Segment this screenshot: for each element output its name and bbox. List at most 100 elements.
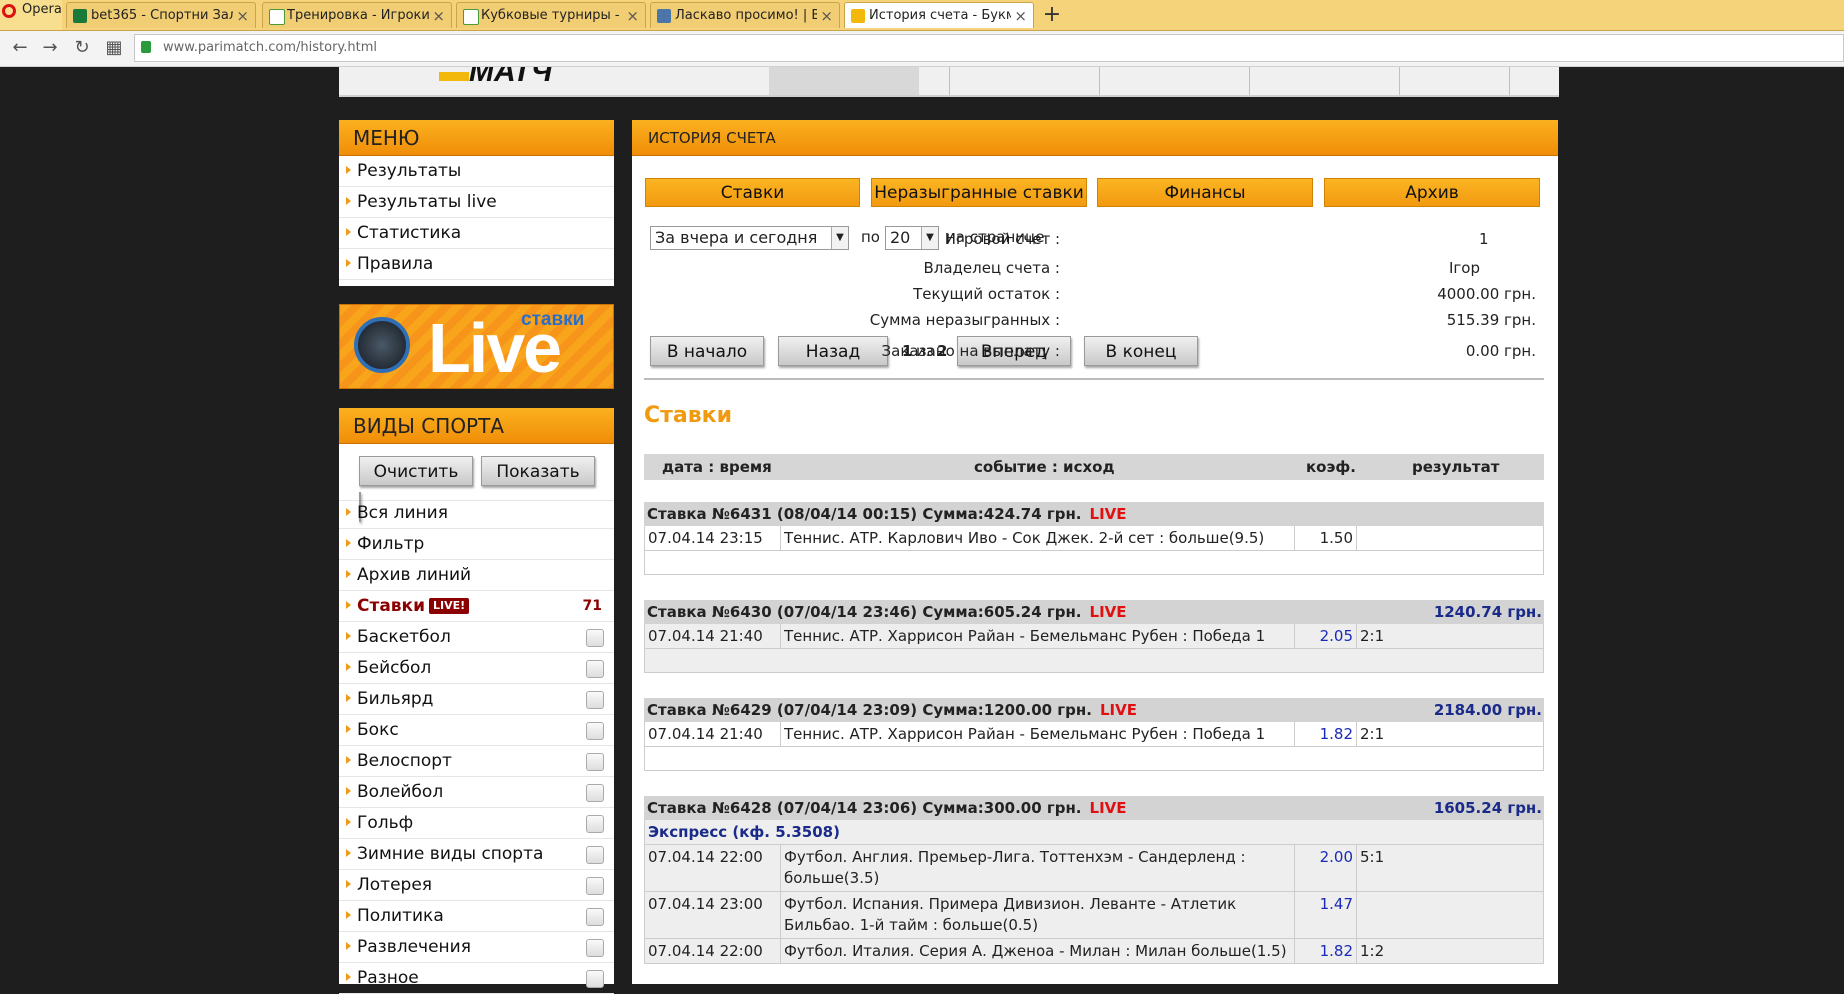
tab-close-icon[interactable]: × bbox=[236, 3, 249, 28]
sport-item[interactable]: Баскетбол bbox=[339, 622, 614, 653]
bets-count: 71 bbox=[582, 598, 602, 614]
sport-item[interactable]: Велоспорт bbox=[339, 746, 614, 777]
live-badge: LIVE! bbox=[429, 598, 470, 614]
tab-finances[interactable]: Финансы bbox=[1097, 178, 1313, 207]
header-divider bbox=[1399, 67, 1400, 96]
browser-tab-active[interactable]: История счета - Букмекерская × bbox=[844, 2, 1034, 28]
sport-checkbox[interactable] bbox=[586, 846, 604, 864]
sports-link-archive[interactable]: Архив линий bbox=[339, 560, 614, 591]
clear-button[interactable]: Очистить bbox=[359, 456, 473, 486]
new-tab-button[interactable]: + bbox=[1039, 2, 1065, 28]
per-page-select[interactable]: 20 ▼ bbox=[885, 226, 939, 250]
browser-brand: Opera bbox=[22, 2, 62, 17]
sport-item[interactable]: Разное bbox=[339, 963, 614, 994]
site-logo-text: МАТЧ bbox=[469, 67, 553, 88]
header-nav-tab[interactable] bbox=[769, 67, 919, 96]
bet-row: 07.04.14 22:00 Футбол. Италия. Серия А. … bbox=[644, 939, 1544, 964]
browser-tab[interactable]: Кубковые турниры - Матчи × bbox=[456, 2, 646, 28]
tab-title: Тренировка - Игроки - Онлайн bbox=[287, 8, 429, 23]
bet-odds: 1.50 bbox=[1295, 526, 1357, 550]
menu-item-rules[interactable]: Правила bbox=[339, 249, 614, 280]
sport-checkbox[interactable] bbox=[586, 722, 604, 740]
sport-item-label: Баскетбол bbox=[357, 627, 451, 647]
tab-close-icon[interactable]: × bbox=[820, 3, 833, 28]
header-divider bbox=[1509, 67, 1510, 96]
menu-item-results-live[interactable]: Результаты live bbox=[339, 187, 614, 218]
sport-checkbox[interactable] bbox=[586, 753, 604, 771]
bet-odds: 1.47 bbox=[1295, 892, 1357, 938]
last-page-button[interactable]: В конец bbox=[1084, 336, 1198, 366]
sport-item[interactable]: Волейбол bbox=[339, 777, 614, 808]
bet-event: Футбол. Англия. Премьер-Лига. Тоттенхэм … bbox=[781, 845, 1295, 891]
bet-event: Теннис. АТР. Карлович Иво - Сок Джек. 2-… bbox=[781, 526, 1295, 550]
tab-close-icon[interactable]: × bbox=[432, 3, 445, 28]
bet-datetime: 07.04.14 23:15 bbox=[645, 526, 781, 550]
header-divider bbox=[1249, 67, 1250, 96]
reload-icon[interactable]: ↻ bbox=[70, 36, 94, 60]
sports-link-filter[interactable]: Фильтр bbox=[339, 529, 614, 560]
browser-tab[interactable]: bet365 - Спортни Залози × bbox=[66, 2, 256, 28]
tab-archive[interactable]: Архив bbox=[1324, 178, 1540, 207]
tab-favicon-icon bbox=[463, 9, 479, 25]
sport-item[interactable]: Развлечения bbox=[339, 932, 614, 963]
opera-menu-button[interactable]: Opera bbox=[0, 0, 62, 30]
sport-checkbox[interactable] bbox=[586, 660, 604, 678]
live-marker: LIVE bbox=[1099, 701, 1137, 719]
account-number-label: Игровой счет : bbox=[944, 230, 1060, 248]
tab-bets[interactable]: Ставки bbox=[645, 178, 860, 207]
bet-datetime: 07.04.14 21:40 bbox=[645, 624, 781, 648]
browser-tab[interactable]: Тренировка - Игроки - Онлайн × bbox=[262, 2, 452, 28]
live-bets-banner[interactable]: Live ставки bbox=[339, 304, 614, 389]
site-logo[interactable]: ▬МАТЧ bbox=[439, 67, 552, 89]
sports-link-all-lines[interactable]: Вся линия bbox=[339, 498, 614, 529]
forward-arrow-icon[interactable]: → bbox=[38, 36, 62, 60]
tab-close-icon[interactable]: × bbox=[1014, 3, 1027, 28]
speed-dial-grid-icon[interactable]: ▦ bbox=[102, 36, 126, 60]
bet-spacer bbox=[644, 551, 1544, 575]
period-select[interactable]: За вчера и сегодня ▼ bbox=[650, 226, 849, 250]
sport-checkbox[interactable] bbox=[586, 629, 604, 647]
sport-checkbox[interactable] bbox=[586, 691, 604, 709]
bet-odds: 2.05 bbox=[1295, 624, 1357, 648]
sport-item[interactable]: Бокс bbox=[339, 715, 614, 746]
back-arrow-icon[interactable]: ← bbox=[8, 36, 32, 60]
bet-row: 07.04.14 21:40 Теннис. АТР. Харрисон Рай… bbox=[644, 624, 1544, 649]
menu-panel: МЕНЮ Результаты Результаты live Статисти… bbox=[339, 120, 614, 286]
bet-odds: 1.82 bbox=[1295, 722, 1357, 746]
sport-checkbox[interactable] bbox=[586, 939, 604, 957]
menu-item-results[interactable]: Результаты bbox=[339, 156, 614, 187]
menu-item-statistics[interactable]: Статистика bbox=[339, 218, 614, 249]
first-page-button[interactable]: В начало bbox=[650, 336, 764, 366]
sport-item[interactable]: Бильярд bbox=[339, 684, 614, 715]
sport-item[interactable]: Гольф bbox=[339, 808, 614, 839]
bet-datetime: 07.04.14 22:00 bbox=[645, 845, 781, 891]
col-datetime: дата : время bbox=[662, 458, 772, 476]
sport-item[interactable]: Политика bbox=[339, 901, 614, 932]
bet-spacer bbox=[644, 649, 1544, 673]
url-input[interactable]: www.parimatch.com/history.html bbox=[134, 34, 1844, 62]
prev-page-button[interactable]: Назад bbox=[778, 336, 888, 366]
sport-item[interactable]: Бейсбол bbox=[339, 653, 614, 684]
divider bbox=[644, 378, 1544, 380]
sport-checkbox[interactable] bbox=[586, 784, 604, 802]
sports-link-bets[interactable]: Ставки LIVE! 71 bbox=[339, 591, 614, 622]
tab-unsettled-bets[interactable]: Неразыгранные ставки bbox=[871, 178, 1087, 207]
tab-close-icon[interactable]: × bbox=[626, 3, 639, 28]
opera-logo-icon bbox=[2, 4, 16, 18]
sport-checkbox[interactable] bbox=[586, 970, 604, 988]
sport-checkbox[interactable] bbox=[586, 877, 604, 895]
bet-header-text: Ставка №6429 (07/04/14 23:09) Сумма:1200… bbox=[647, 701, 1092, 719]
sport-item[interactable]: Зимние виды спорта bbox=[339, 839, 614, 870]
sport-checkbox[interactable] bbox=[586, 815, 604, 833]
per-page-value: 20 bbox=[890, 228, 911, 247]
bet-result: 1:2 bbox=[1360, 942, 1385, 960]
show-button[interactable]: Показать bbox=[481, 456, 595, 486]
live-banner-subtitle: ставки bbox=[521, 309, 585, 330]
tab-title: Кубковые турниры - Матчи bbox=[481, 8, 623, 23]
express-label: Экспресс (кф. 5.3508) bbox=[644, 820, 1544, 845]
bet-result bbox=[1357, 892, 1543, 938]
sport-item[interactable]: Лотерея bbox=[339, 870, 614, 901]
live-marker: LIVE bbox=[1089, 505, 1127, 523]
sport-checkbox[interactable] bbox=[586, 908, 604, 926]
browser-tab[interactable]: Ласкаво просимо! | ВКонтакте × bbox=[650, 2, 840, 28]
